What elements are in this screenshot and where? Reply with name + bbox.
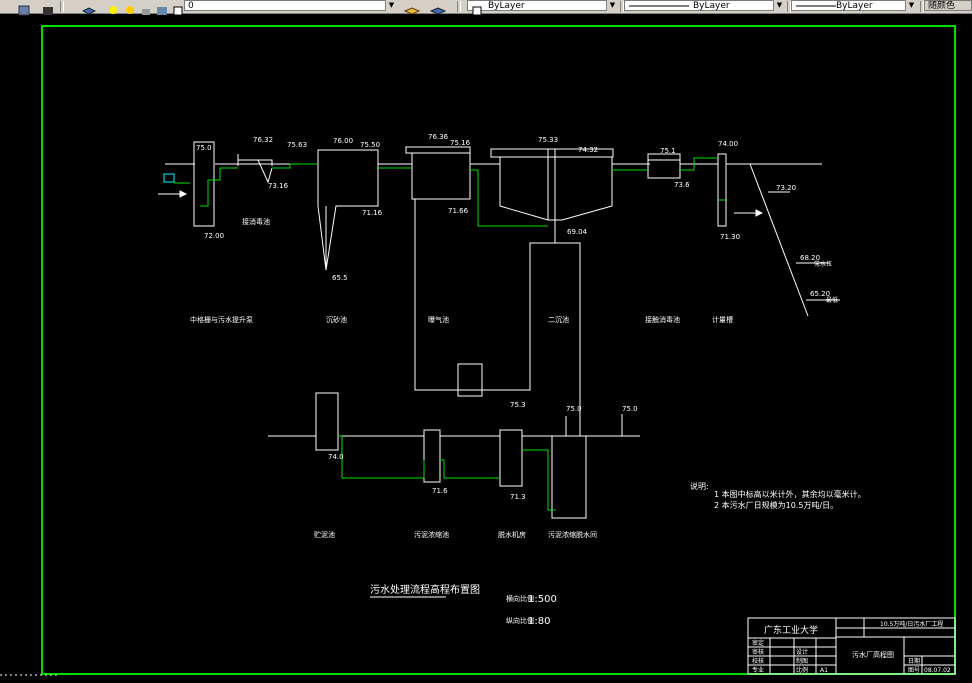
scale-value: 1:500 — [528, 594, 557, 605]
scales: 横向比例 1:500 纵向比例 1:80 — [506, 594, 557, 627]
svg-text:设计: 设计 — [796, 648, 808, 656]
color-swatch-icon[interactable] — [172, 1, 184, 16]
toolbar-separator — [457, 1, 461, 12]
linetype-value: ByLayer — [693, 1, 730, 11]
lock-icon[interactable] — [140, 1, 152, 15]
elev-label: 65.5 — [332, 274, 348, 282]
elev-label: 72.00 — [204, 232, 224, 240]
elev-label: 75.1 — [660, 147, 676, 155]
layer-previous-icon[interactable] — [403, 1, 421, 15]
lineweight-dropdown[interactable]: ByLayer — [791, 0, 917, 11]
svg-text:图号: 图号 — [908, 667, 920, 674]
elev-label: 73.16 — [268, 182, 289, 190]
elev-label: 75.0 — [622, 405, 638, 413]
elev-label: 71.6 — [432, 487, 448, 495]
sludge-labels: 贮泥池 污泥浓缩池 脱水机房 污泥浓缩脱水间 — [314, 530, 597, 539]
chevron-down-icon[interactable]: ▼ — [385, 0, 397, 11]
svg-text:审核: 审核 — [752, 648, 764, 656]
svg-text:审定: 审定 — [752, 639, 764, 647]
river-label: 常水位 — [814, 260, 832, 268]
drawing-svg: 75.0 76.32 75.63 73.16 76.00 75.50 71.16… — [0, 25, 956, 676]
color-value: ByLayer — [488, 1, 525, 11]
elev-label: 75.50 — [360, 141, 380, 149]
river-markers — [768, 191, 840, 301]
unit-label: 接触消毒池 — [645, 315, 680, 324]
project-name: 10.5万吨/日污水厂工程 — [880, 620, 943, 628]
unit-label: 计量槽 — [712, 315, 733, 324]
elev-label: 74.0 — [328, 453, 344, 461]
white-square-icon — [472, 1, 484, 16]
drawing-frame — [41, 25, 956, 675]
elev-label: 74.00 — [718, 140, 738, 148]
bulb-on-icon[interactable] — [107, 1, 119, 14]
inlet-symbol — [163, 173, 175, 183]
svg-text:专业: 专业 — [752, 666, 764, 674]
elev-label: 75.63 — [287, 141, 307, 149]
elev-label: 75.0 — [566, 405, 582, 413]
drawing-name: 污水厂高程图 — [852, 650, 894, 659]
elev-label: 74.32 — [578, 146, 598, 154]
unit-label: 二沉池 — [548, 315, 569, 324]
unit-label: 曝气池 — [428, 315, 449, 324]
unit-label: 沉砂池 — [326, 315, 347, 324]
svg-text:校核: 校核 — [752, 657, 764, 665]
unit-labels: 中格栅与污水提升泵 沉砂池 曝气池 二沉池 接触消毒池 计量槽 — [190, 315, 733, 324]
toolbar-separator — [60, 1, 64, 12]
elev-label: 75.3 — [510, 401, 526, 409]
svg-text:A1: A1 — [820, 667, 828, 674]
sludge-label: 污泥浓缩脱水间 — [548, 530, 597, 539]
chevron-down-icon[interactable]: ▼ — [905, 0, 917, 11]
chevron-down-icon[interactable]: ▼ — [773, 0, 785, 11]
elev-label: 75.16 — [450, 139, 471, 147]
elev-label: 71.30 — [720, 233, 740, 241]
school-name: 广东工业大学 — [764, 624, 818, 636]
svg-text:比例: 比例 — [796, 666, 808, 674]
sludge-label: 污泥浓缩池 — [414, 530, 449, 539]
elev-label: 71.66 — [448, 207, 469, 215]
elev-label: 73.6 — [674, 181, 690, 189]
plot-icon[interactable] — [156, 1, 168, 15]
elev-label: 76.32 — [253, 136, 273, 144]
sun-freeze-icon[interactable] — [124, 1, 136, 14]
notes-title: 说明: — [690, 481, 709, 491]
svg-text:制图: 制图 — [796, 657, 808, 665]
notes: 说明: 1 本图中标高以米计外，其余均以毫米计。 2 本污水厂日规模为10.5万… — [690, 481, 866, 510]
layer-states-icon[interactable] — [18, 1, 30, 16]
layer-dropdown[interactable]: 0 — [184, 0, 396, 11]
elev-label: 73.20 — [776, 184, 796, 192]
upper-pipes — [174, 157, 726, 227]
elev-label: 75.0 — [196, 144, 212, 152]
svg-text:日期: 日期 — [908, 657, 920, 665]
elev-label: 71.3 — [510, 493, 526, 501]
sludge-elevations: 75.3 75.0 75.0 74.0 71.6 71.3 — [328, 401, 638, 501]
make-current-icon[interactable] — [42, 1, 54, 15]
svg-text:08.07.02: 08.07.02 — [924, 667, 951, 674]
layer-manager-icon[interactable] — [81, 1, 97, 15]
sludge-label: 脱水机房 — [498, 530, 526, 539]
drawing-canvas[interactable]: 75.0 76.32 75.63 73.16 76.00 75.50 71.16… — [0, 14, 972, 679]
drawing-title: 污水处理流程高程布置图 — [370, 583, 480, 596]
elev-label: 69.04 — [567, 228, 588, 236]
plotstyle-dropdown[interactable]: 随颜色 — [924, 0, 972, 11]
note-item: 2 本污水厂日规模为10.5万吨/日。 — [714, 500, 838, 510]
sludge-label: 贮泥池 — [314, 530, 335, 539]
linetype-dropdown[interactable]: ByLayer — [624, 0, 784, 11]
elev-label: 75.33 — [538, 136, 558, 144]
elev-label: 76.36 — [428, 133, 449, 141]
note-item: 1 本图中标高以米计外，其余均以毫米计。 — [714, 489, 866, 499]
color-dropdown[interactable]: ByLayer — [467, 0, 617, 11]
unit-label: 中格栅与污水提升泵 — [190, 315, 253, 324]
elevation-labels: 75.0 76.32 75.63 73.16 76.00 75.50 71.16… — [196, 133, 830, 298]
properties-toolbar: 0 ▼ ByLayer ▼ ByLayer ▼ ByLayer ▼ 随颜色 — [0, 0, 972, 16]
elev-label: 71.16 — [362, 209, 383, 217]
elev-label: 76.00 — [333, 137, 353, 145]
scale-value: 1:80 — [528, 616, 550, 627]
sludge-process — [268, 392, 640, 519]
pipe-note: 接消毒池 — [242, 217, 270, 226]
upper-process — [165, 141, 822, 420]
layer-iso-icon[interactable] — [429, 1, 447, 15]
chevron-down-icon[interactable]: ▼ — [606, 0, 618, 11]
lineweight-value: ByLayer — [836, 1, 873, 11]
